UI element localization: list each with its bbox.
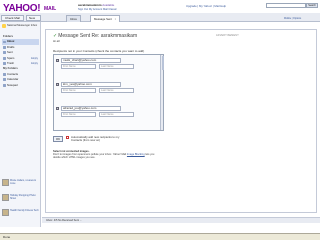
sidebar-item-label: Trash [7, 60, 15, 65]
contact-row: ✓ mukk_chart@yahoo.com First Name Last N… [56, 58, 162, 82]
contacts-scrollbar[interactable] [160, 55, 164, 130]
contact-checkbox[interactable]: ✓ [56, 59, 59, 62]
sidebar-ad[interactable]: Holiday Shopping Photo Show [2, 194, 39, 207]
ad-text: Movie trailers, reviews & more [10, 179, 36, 185]
message-sent-panel: ✓Message Sent Re: asrakmmasikam Hi all A… [45, 29, 317, 213]
search-button[interactable]: Search [306, 3, 318, 8]
promo-text: National Messenger Inbox [7, 24, 38, 27]
sidebar-item-label: Calendar [7, 77, 19, 82]
sidebar-item-notepad[interactable]: Notepad [2, 83, 39, 88]
page-title: ✓Message Sent Re: asrakmmasikam [53, 33, 137, 39]
sidebar-item-label: Drafts [7, 44, 15, 49]
first-name-field[interactable]: First Name [61, 112, 96, 117]
folder-list: Folders Inbox Drafts Sent Spam Empty Tras… [2, 34, 39, 88]
last-name-field[interactable]: Last Name [99, 64, 134, 69]
contact-checkbox[interactable]: ✓ [56, 83, 59, 86]
ok-button[interactable]: OK [53, 136, 63, 142]
main-panel: ✓Message Sent Re: asrakmmasikam Hi all A… [42, 22, 320, 227]
image-blocking-note: Select not connected images. Don't let i… [53, 150, 157, 160]
ad-thumbnail [2, 209, 9, 216]
main-footer-bar: Inbox: 4/5 No Received Sent ... [42, 217, 320, 223]
mail-logo-text: MAIL [44, 6, 57, 12]
calendar-icon [2, 78, 6, 82]
auto-add-label: Automatically add new recipients to my C… [71, 134, 120, 142]
last-name-field[interactable]: Last Name [99, 88, 134, 93]
tab-message-sent-label: Message Sent [94, 17, 112, 21]
image-blocking-link[interactable]: Image Blocking [127, 153, 145, 156]
contacts-icon [2, 72, 6, 76]
sidebar: National Messenger Inbox Folders Inbox D… [0, 22, 41, 227]
sidebar-item-label: Notepad [7, 82, 18, 87]
top-links[interactable]: Upgrade | My Yahoo! | Mail Help [186, 4, 226, 8]
user-name-line: asrakmmaskmm Available [78, 3, 148, 7]
drafts-icon [2, 45, 6, 49]
ad-text: Health Family Fitness Tech [10, 209, 39, 212]
user-name[interactable]: asrakmmaskmm [78, 3, 102, 7]
contact-row: ✓ afrazad_jou@yahoo.com First Name Last … [56, 106, 162, 130]
notepad-icon [2, 83, 6, 87]
tab-row [0, 13, 320, 22]
new-button[interactable]: New [26, 15, 41, 21]
messenger-promo[interactable]: National Messenger Inbox [2, 24, 39, 32]
contact-email-field[interactable]: afrazad_jou@yahoo.com [61, 106, 121, 111]
sidebar-ad[interactable]: Movie trailers, reviews & more [2, 179, 39, 192]
add-contacts-panel: ✓ mukk_chart@yahoo.com First Name Last N… [53, 54, 164, 131]
contact-checkbox[interactable]: ✓ [56, 107, 59, 110]
sidebar-item-label: Sent [7, 50, 13, 55]
user-links[interactable]: Sign Out My Account Mail Classic [78, 8, 148, 11]
sent-icon [2, 51, 6, 55]
message-sent-title: Message Sent Re: asrakmmasikam [58, 33, 138, 39]
ad-text: Holiday Shopping Photo Show [10, 194, 36, 200]
right-tools[interactable]: Mobile | Options [284, 17, 301, 20]
user-status[interactable]: Available [102, 3, 114, 7]
contact-email-field[interactable]: kim_yes@yahoo.com [61, 82, 121, 87]
sidebar-item-label: Contacts [7, 71, 19, 76]
scrollbar-thumb[interactable] [161, 56, 164, 70]
sidebar-item-label: Inbox [7, 39, 15, 44]
tab-message-sent[interactable]: Message Sent × [90, 15, 121, 22]
spam-icon [2, 56, 6, 60]
user-block: asrakmmaskmm Available Sign Out My Accou… [78, 3, 148, 11]
browser-status-bar: Done [0, 233, 320, 240]
message-to-line: Hi all [53, 39, 60, 43]
tab-inbox[interactable]: Inbox [66, 15, 81, 22]
contact-row: ✓ kim_yes@yahoo.com First Name Last Name [56, 82, 162, 106]
inbox-icon [2, 40, 6, 44]
advertisement-area [214, 38, 314, 158]
auto-add-checkbox[interactable] [66, 136, 69, 139]
yahoo-mail-window: YAHOO! MAIL asrakmmaskmm Available Sign … [0, 0, 320, 240]
advertisement-label: ADVERTISEMENT [216, 34, 239, 37]
recipients-message: Recipients not in your Contacts (check t… [53, 49, 145, 53]
check-mail-button[interactable]: Check Mail [1, 15, 24, 21]
first-name-field[interactable]: First Name [61, 88, 96, 93]
sidebar-ads: Movie trailers, reviews & more Holiday S… [2, 179, 39, 224]
search-input[interactable] [266, 3, 306, 8]
trash-icon [2, 62, 6, 65]
first-name-field[interactable]: First Name [61, 64, 96, 69]
sidebar-ad[interactable]: Health Family Fitness Tech [2, 209, 39, 222]
ad-thumbnail [2, 194, 9, 201]
contact-email-field[interactable]: mukk_chart@yahoo.com [61, 58, 121, 63]
close-tab-icon[interactable]: × [115, 17, 117, 21]
last-name-field[interactable]: Last Name [99, 112, 134, 117]
messenger-icon [2, 24, 6, 28]
tab-inbox-label: Inbox [70, 17, 77, 21]
sidebar-item-label: Spam [7, 55, 15, 60]
ad-thumbnail [2, 179, 9, 186]
